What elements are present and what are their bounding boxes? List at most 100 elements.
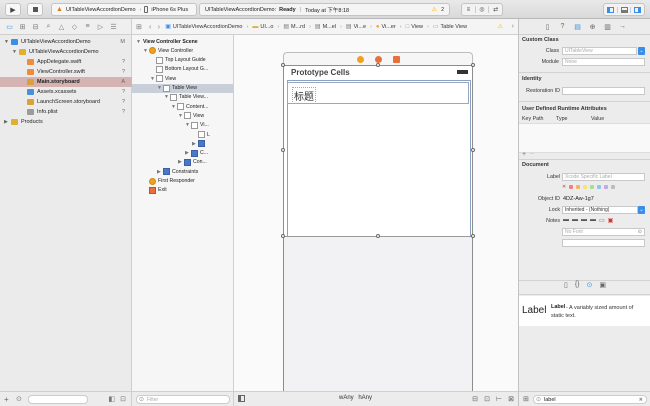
search-icon[interactable]: ⌕ (43, 21, 54, 32)
color-icon[interactable]: ▣ (608, 217, 614, 224)
outline-item[interactable]: Top Layout Guide (132, 56, 233, 65)
filter-field[interactable] (28, 395, 88, 404)
disclosure-open-icon[interactable]: ▼ (12, 49, 17, 55)
file-template-icon[interactable]: ▯ (564, 281, 568, 293)
media-library-icon[interactable]: ▣ (599, 281, 606, 293)
outline-item[interactable]: Bottom Layout G... (132, 65, 233, 74)
breadcrumb-base[interactable]: ▤ M...el › (313, 23, 344, 31)
breadcrumb-table-view[interactable]: ▭ Table View (431, 23, 469, 31)
size-class-control[interactable]: wAny hAny (339, 395, 372, 401)
swatch-orange[interactable] (576, 185, 580, 189)
align-left-icon[interactable]: ▬ (563, 217, 569, 224)
clear-label-icon[interactable]: ✕ (562, 184, 566, 190)
outline-item[interactable]: ▼ View (132, 111, 233, 120)
add-icon[interactable]: + (4, 395, 9, 404)
navigator-item[interactable]: AppDelegate.swift? (0, 57, 132, 67)
outline-item[interactable]: ▼ View (132, 74, 233, 83)
navigator-item[interactable]: ▼ UITableViewAccordionDemo M (0, 37, 132, 47)
prototype-cell[interactable]: 标题 (287, 82, 469, 104)
outline-item[interactable]: Exit (132, 186, 233, 195)
outline-item[interactable]: ▼ View Controller (132, 46, 233, 55)
outline-item[interactable]: ▼ Table View (132, 83, 233, 93)
navigator-item[interactable]: ▶ Products (0, 117, 132, 127)
stop-button[interactable] (27, 3, 43, 16)
toggle-utilities-icon[interactable] (630, 6, 644, 13)
scheme-selector[interactable]: ▲ UITableViewAccordionDemo › iPhone 6s P… (51, 3, 197, 16)
pin-icon[interactable]: ⊡ (484, 395, 490, 403)
lock-select[interactable]: Inherited - (Nothing) (562, 206, 638, 214)
quick-help-icon[interactable]: ? (558, 22, 568, 32)
view-controller-icon[interactable] (357, 56, 364, 63)
exit-icon[interactable] (393, 56, 400, 63)
breadcrumb-project[interactable]: ▣ UITableViewAccordionDemo › (163, 23, 250, 31)
source-control-icon[interactable]: ⊞ (17, 21, 28, 32)
outline-item[interactable]: ▼ Vi... (132, 121, 233, 130)
swatch-red[interactable] (569, 185, 573, 189)
module-field[interactable]: None (562, 58, 645, 66)
navigator-item[interactable]: Assets.xcassets? (0, 87, 132, 97)
source-filter-icon[interactable]: ◧ (108, 395, 115, 403)
lock-dropdown-icon[interactable]: ⌄ (638, 206, 645, 214)
swatch-purple[interactable] (604, 185, 608, 189)
file-inspector-icon[interactable]: ▯ (543, 22, 553, 32)
disclosure-open-icon[interactable]: ▼ (185, 122, 190, 128)
outline-item[interactable]: ▼ Table View... (132, 93, 233, 102)
disclosure-closed-icon[interactable]: ▶ (185, 150, 189, 156)
grid-view-icon[interactable]: ⊞ (523, 395, 529, 403)
symbol-icon[interactable]: ⊟ (30, 21, 41, 32)
font-field[interactable]: No Font ⊙ (562, 228, 645, 236)
navigator-item[interactable]: ▼ UITableViewAccordionDemo (0, 47, 132, 57)
outline-item[interactable]: L (132, 130, 233, 139)
font-picker-icon[interactable]: ⊙ (638, 229, 642, 235)
notes-field[interactable] (562, 239, 645, 247)
recent-icon[interactable]: ⊙ (16, 395, 22, 403)
outline-item[interactable]: ▶ Constraints (132, 167, 233, 176)
breadcrumb-scene[interactable]: ▤ Vi...e › (344, 23, 374, 31)
filter-field[interactable]: ⊙ Filter (136, 395, 230, 404)
add-attribute-icon[interactable]: + (522, 151, 526, 158)
resize-handle[interactable] (281, 148, 285, 152)
class-field[interactable]: UITableView (562, 47, 637, 55)
swatch-green[interactable] (590, 185, 594, 189)
object-library-icon[interactable]: ⊙ (587, 281, 593, 293)
run-button[interactable]: ▶ (5, 3, 21, 16)
disclosure-closed-icon[interactable]: ▶ (4, 119, 8, 125)
toggle-navigator-icon[interactable] (604, 6, 617, 13)
standard-editor-icon[interactable]: ≡ (462, 7, 475, 13)
size-inspector-icon[interactable]: ▥ (603, 22, 613, 32)
restoration-id-field[interactable] (562, 87, 645, 95)
swatch-yellow[interactable] (583, 185, 587, 189)
storyboard-canvas[interactable]: Prototype Cells 标题 (234, 35, 518, 395)
align-icon[interactable]: ⊟ (472, 395, 478, 403)
navigator-item[interactable]: Main.storyboard A (0, 77, 132, 87)
attributes-inspector-icon[interactable]: ⊕ (588, 22, 598, 32)
back-icon[interactable]: ‹ (146, 22, 155, 31)
navigator-item[interactable]: Info.plist? (0, 107, 132, 117)
clear-search-icon[interactable]: ✖ (639, 397, 643, 403)
assistant-editor-icon[interactable]: ◎ (474, 6, 489, 13)
align-center-icon[interactable]: ▬ (572, 217, 578, 224)
disclosure-closed-icon[interactable]: ▶ (192, 141, 196, 147)
resize-handle[interactable] (471, 234, 475, 238)
breakpoint-icon[interactable]: ▷ (95, 21, 106, 32)
version-editor-icon[interactable]: ⇄ (488, 6, 502, 13)
remove-attribute-icon[interactable]: − (530, 151, 534, 158)
class-dropdown-icon[interactable]: ⌄ (638, 47, 645, 55)
next-issue-icon[interactable]: › (512, 23, 514, 30)
breadcrumb-view[interactable]: □ View › (404, 24, 431, 30)
disclosure-open-icon[interactable]: ▼ (4, 39, 9, 45)
breadcrumb-storyboard[interactable]: ▤ M...rd › (281, 23, 313, 31)
resolve-icon[interactable]: ⊢ (496, 395, 502, 403)
align-right-icon[interactable]: ▬ (581, 217, 587, 224)
disclosure-open-icon[interactable]: ▼ (157, 85, 162, 91)
disclosure-open-icon[interactable]: ▼ (150, 76, 155, 82)
outline-item[interactable]: ▼ Content... (132, 102, 233, 111)
outline-item[interactable]: First Responder (132, 177, 233, 186)
resize-handle[interactable] (281, 63, 285, 67)
resizing-icon[interactable]: ⊠ (508, 395, 514, 403)
navigator-item[interactable]: ViewController.swift? (0, 67, 132, 77)
folder-icon[interactable]: ▭ (4, 21, 15, 32)
justify-icon[interactable]: ▬ (590, 217, 596, 224)
swatch-blue[interactable] (597, 185, 601, 189)
outline-item[interactable]: ▶ Con... (132, 158, 233, 167)
